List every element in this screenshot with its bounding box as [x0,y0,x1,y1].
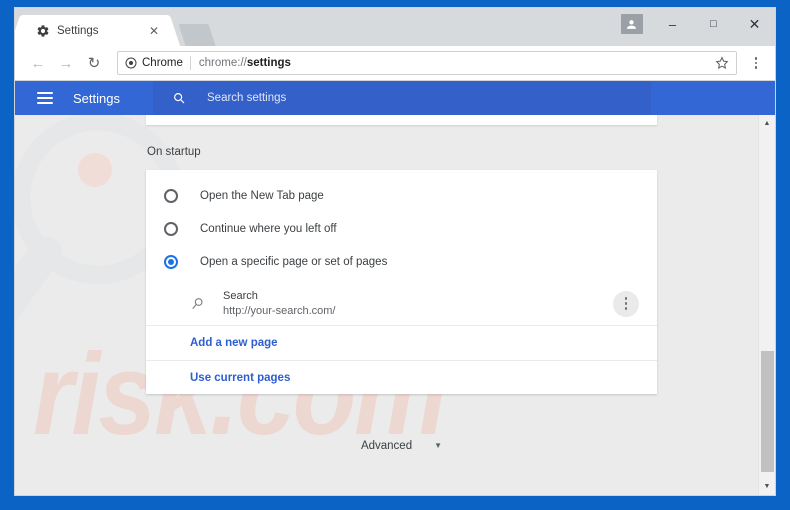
radio-icon[interactable] [164,221,178,236]
back-button[interactable]: ← [25,50,51,76]
bar [37,97,53,99]
bar [37,102,53,104]
chevron-down-icon: ▼ [434,441,443,450]
three-dot-menu-icon[interactable] [745,50,767,76]
startup-option-label: Open a specific page or set of pages [200,255,388,268]
dot [754,57,758,60]
startup-page-title: Search [223,289,258,302]
settings-search-box[interactable]: Search settings [153,81,651,115]
new-tab-button[interactable] [178,24,216,46]
settings-content: // risk.com Google Chrome is your defaul… [15,115,758,495]
maximize-button[interactable]: □ [693,10,734,38]
settings-body: Google Chrome is your default browser. O… [15,115,758,452]
settings-viewport: // risk.com Google Chrome is your defaul… [15,115,775,495]
on-startup-card: Open the New Tab page Continue where you… [146,170,657,394]
magnifier-favicon-icon [190,296,206,312]
startup-option-specific-pages[interactable]: Open a specific page or set of pages [146,245,657,278]
window-controls: – □ ✕ [611,8,775,40]
scrollbar-thumb[interactable] [761,351,774,472]
advanced-label: Advanced [360,440,413,452]
search-icon [172,91,186,105]
minimize-button[interactable]: – [652,10,693,38]
browser-toolbar: ← → ↻ Chrome chrome://settings [15,46,775,81]
add-new-page-label: Add a new page [190,337,278,349]
chrome-logo-icon [125,57,137,69]
person-avatar-icon [620,14,643,34]
gear-icon [36,24,50,38]
startup-option-label: Open the New Tab page [200,189,324,202]
omnibox-url: chrome://settings [199,57,714,69]
scrollbar-down-arrow[interactable]: ▼ [759,478,775,495]
advanced-toggle[interactable]: Advanced ▼ [146,440,657,452]
omnibox-url-prefix: chrome:// [198,57,247,69]
omnibox-separator [189,56,191,70]
use-current-pages-label: Use current pages [190,371,291,384]
settings-header: Settings Search settings [15,81,775,115]
forward-button[interactable]: → [53,50,79,76]
hamburger-menu-icon[interactable] [37,81,57,115]
bar [37,92,53,94]
startup-option-new-tab[interactable]: Open the New Tab page [146,179,657,212]
dot [754,66,758,69]
tab-settings[interactable]: Settings ✕ [22,15,168,46]
address-bar[interactable]: Chrome chrome://settings [117,51,737,75]
dot [624,307,628,310]
tab-close-icon[interactable]: ✕ [146,23,162,39]
add-new-page-link[interactable]: Add a new page [146,326,657,360]
default-browser-card-partial: Google Chrome is your default browser. [146,115,657,125]
omnibox-url-path: settings [246,57,291,69]
browser-window: Settings ✕ – □ ✕ ← → ↻ Chrome chrome://s… [14,7,776,496]
bookmark-star-icon[interactable] [714,55,730,71]
omnibox-scheme-label: Chrome [142,57,183,69]
profile-avatar-button[interactable] [611,10,652,38]
tab-title: Settings [57,24,99,37]
dot [624,302,628,305]
scrollbar-up-arrow[interactable]: ▲ [759,115,775,132]
dot [754,61,758,65]
reload-button[interactable]: ↻ [81,50,107,76]
dot [624,297,628,300]
vertical-scrollbar[interactable]: ▲ ▼ [758,115,775,495]
search-input[interactable]: Search settings [207,92,286,104]
tab-strip: Settings ✕ – □ ✕ [15,8,775,46]
startup-page-more-button[interactable] [613,290,639,317]
startup-page-texts: Search http://your-search.com/ [223,289,613,319]
section-label-on-startup: On startup [147,146,201,158]
startup-option-label: Continue where you left off [200,222,337,235]
startup-option-continue[interactable]: Continue where you left off [146,212,657,245]
radio-icon[interactable] [164,188,178,203]
radio-icon-selected[interactable] [164,254,178,269]
startup-page-row[interactable]: Search http://your-search.com/ [146,282,657,326]
startup-page-url: http://your-search.com/ [223,304,336,317]
use-current-pages-link[interactable]: Use current pages [146,360,657,394]
close-button[interactable]: ✕ [734,10,775,38]
page-title: Settings [73,90,120,106]
